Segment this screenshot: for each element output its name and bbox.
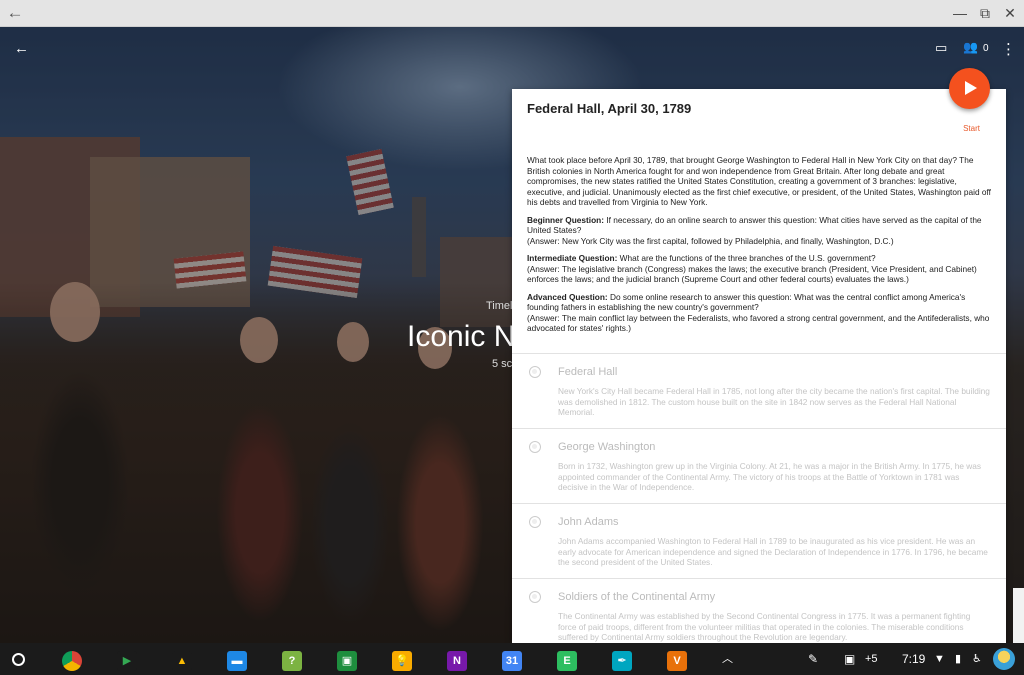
evernote-icon[interactable]: E <box>557 651 577 671</box>
battery-icon[interactable]: ▮ <box>955 651 961 667</box>
poi-marker-icon[interactable] <box>529 366 541 378</box>
minimize-icon[interactable]: — <box>951 4 969 22</box>
accessibility-icon[interactable]: ♿ <box>972 651 982 667</box>
clock[interactable]: 7:19 <box>902 651 925 667</box>
poi-marker-icon[interactable] <box>529 441 541 453</box>
chevron-up-icon[interactable]: ︿ <box>722 651 733 667</box>
poi-text: Born in 1732, Washington grew up in the … <box>558 461 982 492</box>
hero-subtitle: 5 sc <box>492 358 513 370</box>
onenote-icon[interactable]: N <box>447 651 467 671</box>
quiz-icon[interactable]: ? <box>282 651 302 671</box>
arrow-left-icon[interactable]: ← <box>5 3 25 23</box>
poi-marker-icon[interactable] <box>529 516 541 528</box>
close-icon[interactable]: ✕ <box>1001 4 1019 22</box>
intermediate-label: Intermediate Question: <box>527 253 618 263</box>
notification-count: +5 <box>865 653 878 665</box>
scene-panel: Federal Hall, April 30, 1789 Start What … <box>512 89 1006 643</box>
restore-icon[interactable]: ⧉ <box>976 4 994 22</box>
poi-text: New York's City Hall became Federal Hall… <box>558 386 990 417</box>
hero-small-label: Timel <box>486 300 513 312</box>
vectr-icon[interactable]: V <box>667 651 687 671</box>
shelf: ▶ ▲ ▬? ▣ 💡 N 31 E ✒ V ︿ ✎ ▣ +5 7:19 ▼ ▮ ♿ <box>0 643 1024 675</box>
stylus-icon[interactable]: ✎ <box>808 651 818 667</box>
poi-title: John Adams <box>558 516 619 528</box>
avatar[interactable] <box>993 648 1015 670</box>
point-of-interest-item[interactable]: John Adams John Adams accompanied Washin… <box>512 503 1006 578</box>
poi-title: Federal Hall <box>558 366 618 378</box>
play-store-icon[interactable]: ▶ <box>117 651 137 671</box>
viewers-icon[interactable]: 👥 <box>963 40 978 54</box>
calendar-icon[interactable]: 31 <box>502 651 522 671</box>
launcher-icon[interactable] <box>12 653 25 666</box>
intro-text: What took place before April 30, 1789, t… <box>527 155 991 207</box>
vr-headset-icon[interactable]: ▭ <box>935 40 947 56</box>
keep-icon[interactable]: 💡 <box>392 651 412 671</box>
wifi-icon[interactable]: ▼ <box>934 651 945 667</box>
advanced-label: Advanced Question: <box>527 291 608 302</box>
point-of-interest-item[interactable]: Soldiers of the Continental Army The Con… <box>512 578 1006 643</box>
more-vert-icon[interactable]: ⋮ <box>1001 40 1016 58</box>
poi-title: George Washington <box>558 441 656 453</box>
play-button[interactable] <box>949 68 990 109</box>
side-card-edge <box>1013 588 1024 643</box>
point-of-interest-item[interactable]: Federal Hall New York's City Hall became… <box>512 353 1006 428</box>
viewers-count: 0 <box>983 43 989 54</box>
notification-icon[interactable]: ▣ <box>844 651 855 667</box>
poi-marker-icon[interactable] <box>529 591 541 603</box>
point-of-interest-item[interactable]: George Washington Born in 1732, Washingt… <box>512 428 1006 503</box>
arrow-left-icon[interactable]: ← <box>14 40 29 57</box>
poi-text: John Adams accompanied Washington to Fed… <box>558 536 988 567</box>
scene-description: What took place before April 30, 1789, t… <box>527 155 993 341</box>
intermediate-question: Intermediate Question: What are the func… <box>527 253 977 284</box>
hero-title: Iconic N <box>407 320 516 353</box>
classroom-icon[interactable]: ▣ <box>337 651 357 671</box>
beginner-label: Beginner Question: <box>527 214 604 225</box>
chrome-icon[interactable] <box>62 651 82 671</box>
pen-app-icon[interactable]: ✒ <box>612 651 632 671</box>
drive-icon[interactable]: ▲ <box>172 651 192 671</box>
poi-title: Soldiers of the Continental Army <box>558 591 716 603</box>
poi-text: The Continental Army was established by … <box>558 611 971 642</box>
files-icon[interactable]: ▬ <box>227 651 247 671</box>
beginner-question: Beginner Question: If necessary, do an o… <box>527 214 982 246</box>
start-label[interactable]: Start <box>963 124 980 133</box>
window-titlebar: ← — ⧉ ✕ <box>0 0 1024 27</box>
advanced-question: Advanced Question: Do some online resear… <box>527 291 990 334</box>
panel-title: Federal Hall, April 30, 1789 <box>527 101 692 116</box>
